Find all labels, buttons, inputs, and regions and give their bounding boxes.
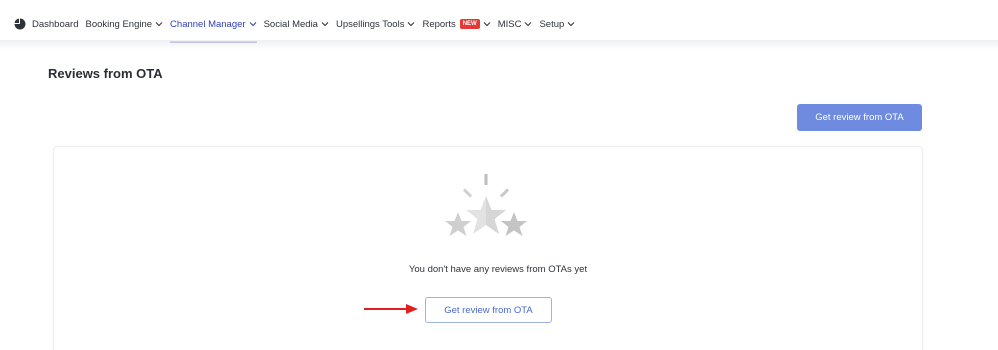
chevron-down-icon xyxy=(408,22,415,27)
nav-item-reports[interactable]: Reports NEW xyxy=(422,15,497,33)
ray-top xyxy=(484,174,488,185)
nav-item-label: Dashboard xyxy=(32,18,79,30)
nav-item-dashboard[interactable]: Dashboard xyxy=(32,15,85,33)
chevron-down-icon xyxy=(525,22,532,27)
empty-state-text: You don't have any reviews from OTAs yet xyxy=(408,264,588,275)
chevron-down-icon xyxy=(155,22,163,27)
nav-item-setup[interactable]: Setup xyxy=(539,15,582,33)
nav-item-label: Upsellings Tools xyxy=(335,18,405,30)
get-review-button-outline[interactable]: Get review from OTA xyxy=(425,297,552,323)
empty-state-message: You don't have any reviews from OTAs yet xyxy=(0,264,998,275)
nav-item-label: Setup xyxy=(539,18,565,30)
nav-item-label: MISC xyxy=(497,18,522,30)
new-badge: NEW xyxy=(459,19,480,29)
nav-item-label: Reports xyxy=(422,18,456,30)
top-navbar: Dashboard Booking Engine Channel Manager… xyxy=(0,0,998,44)
nav-item-channel-manager[interactable]: Channel Manager xyxy=(170,15,264,43)
ray-left xyxy=(462,188,473,198)
ray-right xyxy=(499,188,510,198)
nav-item-label: Social Media xyxy=(263,18,318,30)
big-star-shade xyxy=(486,196,506,234)
dashboard-pie-icon xyxy=(14,18,26,30)
nav-item-label: Booking Engine xyxy=(85,18,153,30)
chevron-down-icon xyxy=(483,22,491,27)
arrow-right-icon xyxy=(364,304,418,314)
small-star-left xyxy=(445,212,471,236)
chevron-down-icon xyxy=(567,22,575,27)
nav-item-label: Channel Manager xyxy=(170,18,246,30)
nav-item-booking-engine[interactable]: Booking Engine xyxy=(85,15,170,33)
small-star-right xyxy=(501,212,527,236)
nav-item-social-media[interactable]: Social Media xyxy=(264,15,336,33)
nav-item-misc[interactable]: MISC xyxy=(498,15,540,33)
nav-menu: Dashboard Booking Engine Channel Manager… xyxy=(14,15,582,43)
page-title: Reviews from OTA xyxy=(48,66,163,81)
get-review-button-primary[interactable]: Get review from OTA xyxy=(797,104,922,131)
chevron-down-icon xyxy=(249,22,256,27)
stars-icon xyxy=(445,174,527,236)
chevron-down-icon xyxy=(321,22,329,27)
navbar-divider xyxy=(0,40,998,50)
nav-item-upsellings-tools[interactable]: Upsellings Tools xyxy=(336,15,422,33)
